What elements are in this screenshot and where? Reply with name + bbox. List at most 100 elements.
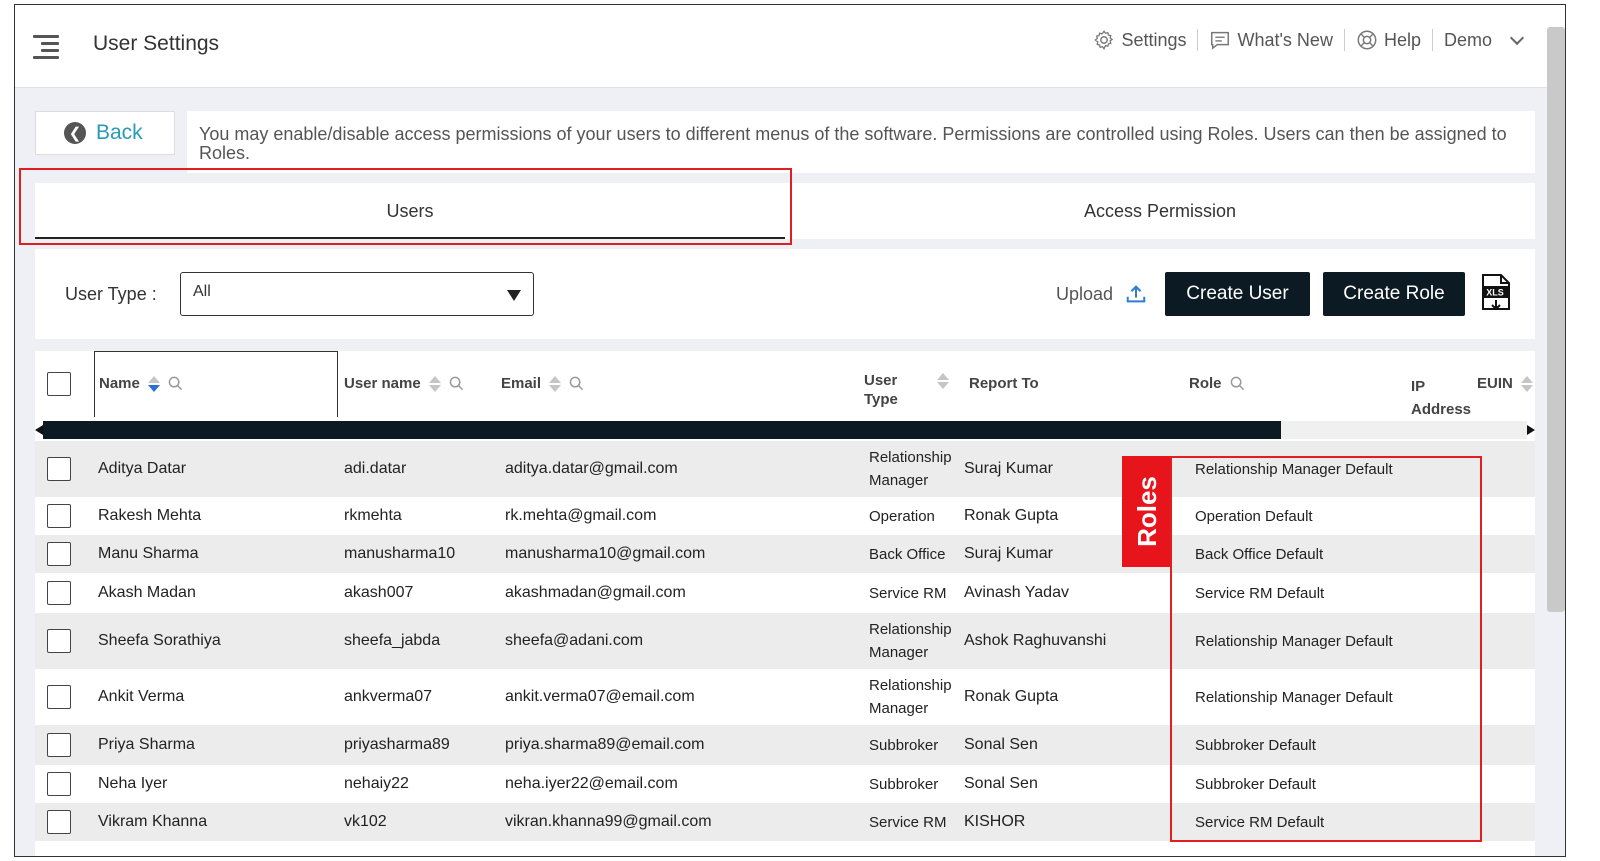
scroll-right-arrow-icon[interactable] — [1527, 425, 1535, 435]
row-checkbox[interactable] — [47, 581, 71, 605]
cell-username: vk102 — [344, 813, 387, 830]
search-icon[interactable] — [569, 376, 584, 391]
cell-username: sheefa_jabda — [344, 632, 441, 649]
user-type-select[interactable]: All — [180, 272, 534, 316]
cell-report-to: Avinash Yadav — [964, 584, 1069, 601]
cell-report-to: Ashok Raghuvanshi — [964, 632, 1107, 649]
col-header-name[interactable]: Name — [99, 375, 183, 392]
col-username-label: User name — [344, 375, 421, 392]
cell-role: Service RM Default — [1195, 584, 1325, 602]
cell-report-to: Suraj Kumar — [964, 460, 1053, 477]
row-checkbox[interactable] — [47, 629, 71, 653]
search-icon[interactable] — [168, 376, 183, 391]
cell-user-type: Subbroker — [869, 775, 939, 793]
table-row[interactable]: Rakesh Mehta rkmehta rk.mehta@gmail.com Ope… — [35, 497, 1535, 535]
table-row[interactable]: Priya Sharma priyasharma89 priya.sharma89@… — [35, 725, 1535, 765]
cell-role: Relationship Manager Default — [1195, 632, 1393, 650]
cell-name: Vikram Khanna — [98, 813, 208, 830]
users-table: Name User name Email User Type Report To — [35, 351, 1535, 856]
toolbar: User Type : All Upload Create User Creat… — [35, 249, 1535, 339]
help-link[interactable]: Help — [1345, 29, 1432, 51]
col-euin-label: EUIN — [1477, 375, 1513, 392]
sort-icon[interactable] — [1520, 375, 1533, 392]
row-checkbox[interactable] — [47, 685, 71, 709]
col-header-email[interactable]: Email — [501, 375, 584, 392]
scroll-left-arrow-icon[interactable] — [35, 425, 43, 435]
cell-name: Sheefa Sorathiya — [98, 632, 221, 649]
cell-role: Back Office Default — [1195, 545, 1324, 563]
select-all-checkbox[interactable] — [47, 372, 71, 396]
whats-new-link[interactable]: What's New — [1198, 29, 1343, 51]
dropdown-caret-icon — [507, 290, 521, 301]
table-row[interactable]: Akash Madan akash007 akashmadan@gmail.com S… — [35, 573, 1535, 613]
col-header-ip-address[interactable]: IP Address — [1411, 375, 1473, 421]
help-icon — [1357, 30, 1377, 50]
cell-email: priya.sharma89@email.com — [505, 736, 705, 753]
create-user-button[interactable]: Create User — [1165, 272, 1310, 316]
tab-access-permission[interactable]: Access Permission — [785, 183, 1535, 239]
search-icon[interactable] — [449, 376, 464, 391]
gear-icon — [1094, 30, 1114, 50]
col-name-label: Name — [99, 375, 140, 392]
whats-new-label: What's New — [1237, 29, 1333, 50]
row-checkbox[interactable] — [47, 542, 71, 566]
cell-report-to: KISHOR — [964, 813, 1026, 830]
tab-bar: Users Access Permission — [35, 183, 1535, 239]
back-label: Back — [96, 121, 143, 144]
cell-role: Relationship Manager Default — [1195, 688, 1393, 706]
table-row[interactable]: Vikram Khanna vk102 vikran.khanna99@gmail.… — [35, 803, 1535, 841]
roles-annotation-label: Roles — [1131, 476, 1162, 547]
settings-link[interactable]: Settings — [1082, 29, 1197, 51]
col-header-user-type[interactable]: User Type — [864, 371, 924, 409]
cell-role: Relationship Manager Default — [1195, 460, 1393, 478]
cell-name: Priya Sharma — [98, 736, 195, 753]
cell-username: akash007 — [344, 584, 414, 601]
cell-username: manusharma10 — [344, 545, 456, 562]
table-row[interactable]: Aditya Datar adi.datar aditya.datar@gmail.… — [35, 441, 1535, 497]
search-icon[interactable] — [1230, 376, 1245, 391]
row-checkbox[interactable] — [47, 457, 71, 481]
user-type-value: All — [193, 283, 211, 300]
table-row[interactable]: Ankit Verma ankverma07 ankit.verma07@email… — [35, 669, 1535, 725]
col-user-type-label: User Type — [864, 372, 898, 408]
cell-report-to: Ronak Gupta — [964, 507, 1059, 524]
cell-user-type: Relationship Manager — [869, 621, 952, 661]
upload-icon — [1126, 285, 1146, 303]
cell-report-to: Sonal Sen — [964, 775, 1038, 792]
tab-users[interactable]: Users — [35, 183, 785, 239]
cell-report-to: Ronak Gupta — [964, 688, 1059, 705]
cell-role: Service RM Default — [1195, 813, 1325, 831]
row-checkbox[interactable] — [47, 504, 71, 528]
table-row[interactable]: Manu Sharma manusharma10 manusharma10@gmai… — [35, 535, 1535, 573]
col-header-report-to[interactable]: Report To — [969, 375, 1039, 392]
table-row[interactable]: Sheefa Sorathiya sheefa_jabda sheefa@adani… — [35, 613, 1535, 669]
vertical-scrollbar[interactable] — [1547, 27, 1565, 612]
create-role-button[interactable]: Create Role — [1323, 272, 1465, 316]
col-report-to-label: Report To — [969, 375, 1039, 392]
cell-user-type: Relationship Manager — [869, 677, 952, 717]
row-checkbox[interactable] — [47, 772, 71, 796]
cell-username: rkmehta — [344, 507, 402, 524]
horizontal-scrollbar[interactable] — [35, 421, 1535, 439]
account-menu[interactable]: Demo — [1433, 30, 1533, 51]
xls-export-icon[interactable]: XLS — [1480, 273, 1512, 313]
row-checkbox[interactable] — [47, 810, 71, 834]
row-checkbox[interactable] — [47, 733, 71, 757]
cell-email: sheefa@adani.com — [505, 632, 644, 649]
col-header-role[interactable]: Role — [1189, 375, 1245, 392]
cell-user-type: Back Office — [869, 545, 946, 563]
cell-name: Ankit Verma — [98, 688, 185, 705]
col-header-username[interactable]: User name — [344, 375, 464, 392]
sort-icon[interactable] — [937, 373, 949, 389]
back-arrow-icon: ❮ — [64, 122, 86, 144]
scroll-thumb[interactable] — [43, 421, 1281, 439]
table-row[interactable]: Neha Iyer nehaiy22 neha.iyer22@email.com Su… — [35, 765, 1535, 803]
menu-icon[interactable] — [33, 33, 59, 61]
sort-icon[interactable] — [549, 375, 562, 392]
upload-button[interactable]: Upload — [1056, 283, 1147, 305]
sort-icon[interactable] — [428, 375, 441, 392]
sort-icon[interactable] — [147, 375, 160, 392]
col-header-euin[interactable]: EUIN — [1477, 375, 1533, 392]
cell-user-type: Service RM — [869, 813, 947, 831]
back-button[interactable]: ❮ Back — [35, 111, 175, 155]
